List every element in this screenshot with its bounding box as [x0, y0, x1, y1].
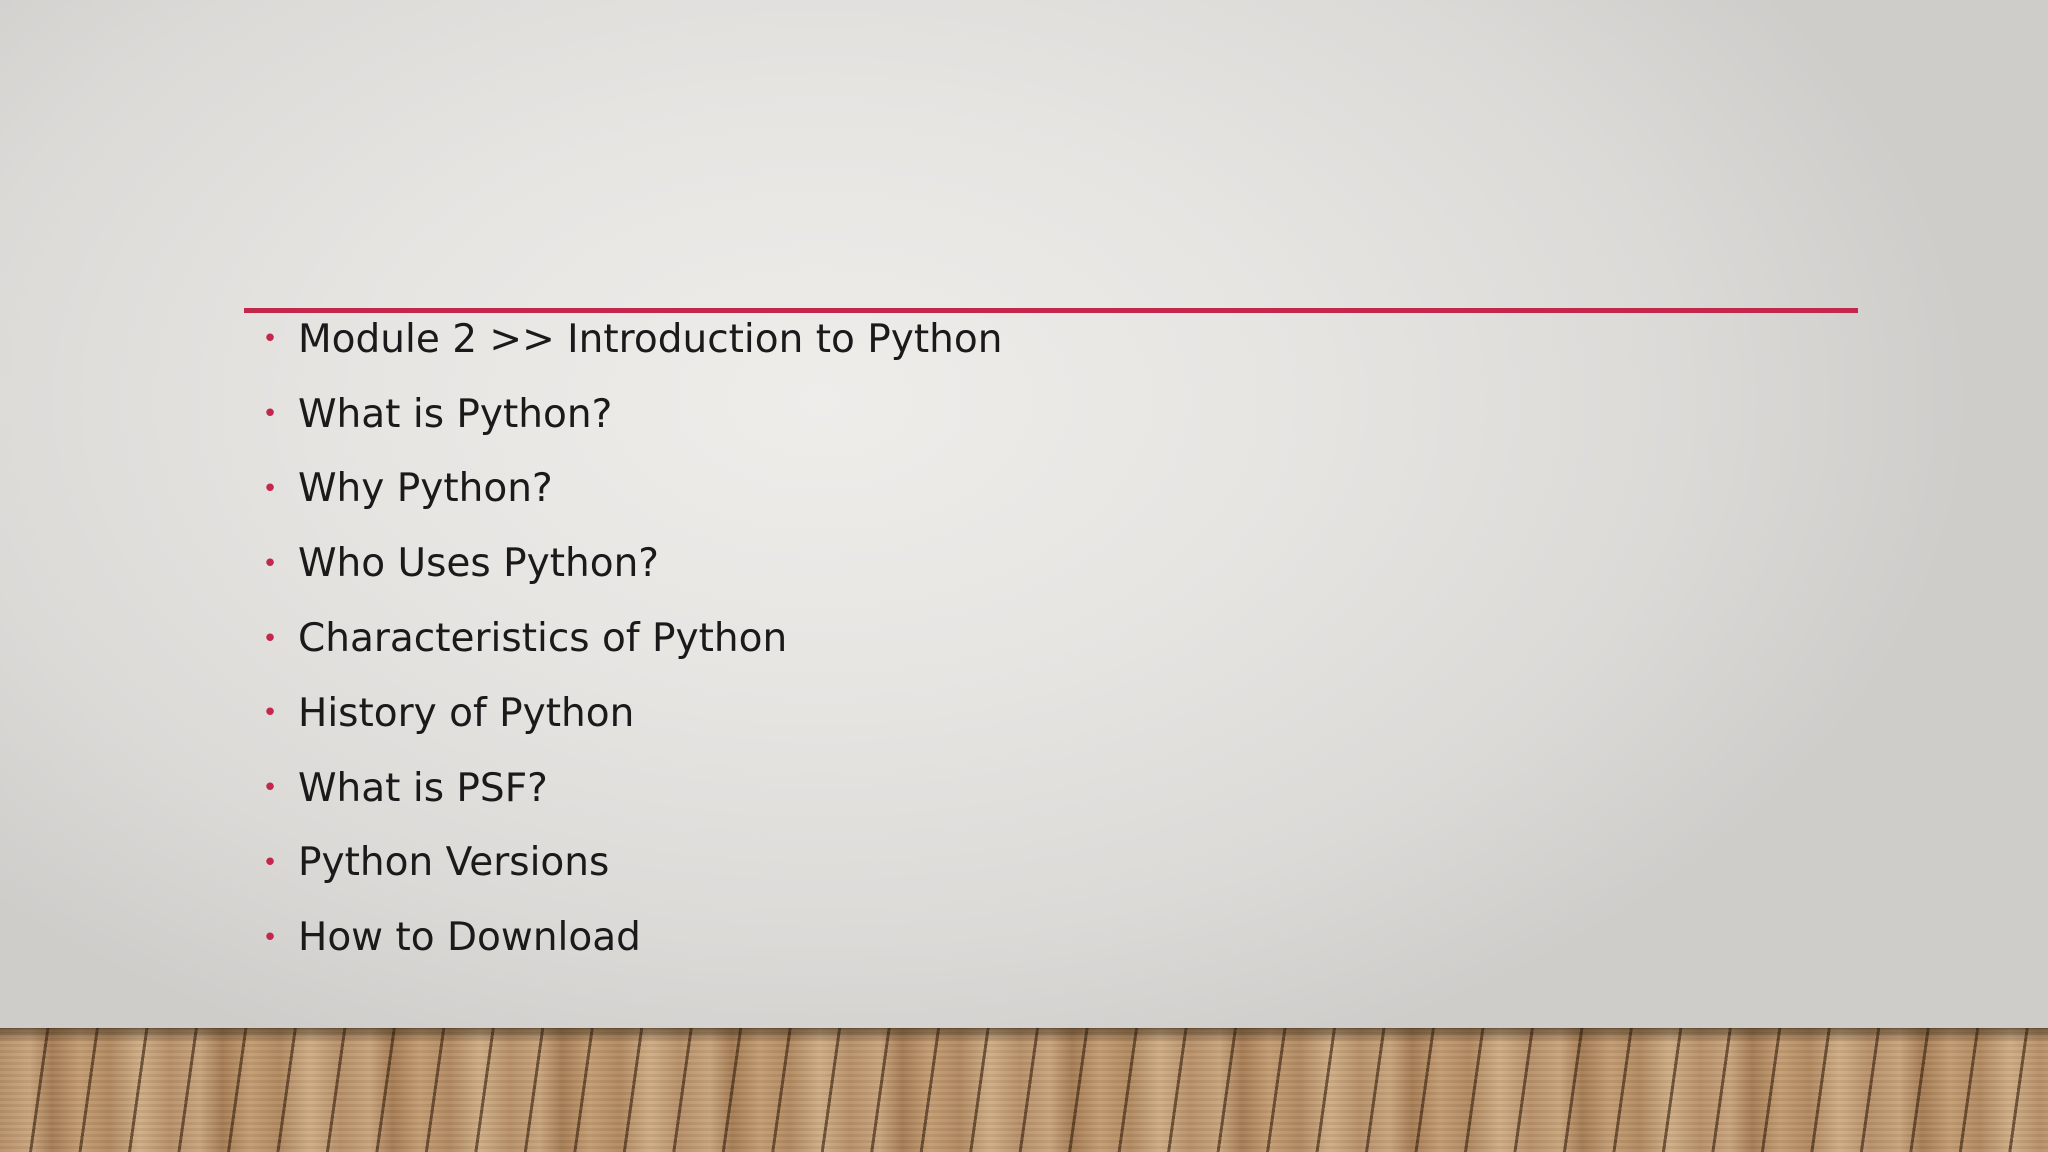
list-item: • Characteristics of Python — [258, 601, 1002, 676]
list-item: • How to Download — [258, 900, 1002, 975]
bullet-icon: • — [262, 773, 278, 804]
list-item-text: Module 2 >> Introduction to Python — [298, 316, 1003, 362]
list-item-text: Who Uses Python? — [298, 541, 659, 587]
list-item-text: What is Python? — [298, 391, 613, 437]
list-item: • Why Python? — [258, 452, 1002, 527]
list-item: • What is Python? — [258, 377, 1002, 452]
bullet-icon: • — [262, 623, 278, 654]
list-item-text: How to Download — [298, 915, 641, 961]
list-item-text: History of Python — [298, 690, 635, 736]
list-item: • Module 2 >> Introduction to Python — [258, 302, 1002, 377]
list-item-text: Python Versions — [298, 840, 610, 886]
list-item: • History of Python — [258, 676, 1002, 751]
list-item: • Python Versions — [258, 826, 1002, 901]
list-item-text: Characteristics of Python — [298, 616, 788, 662]
bullet-icon: • — [262, 548, 278, 579]
bullet-icon: • — [262, 922, 278, 953]
wood-floor-background — [0, 1028, 2048, 1152]
bullet-icon: • — [262, 847, 278, 878]
bullet-list: • Module 2 >> Introduction to Python • W… — [258, 302, 1002, 975]
list-item: • What is PSF? — [258, 751, 1002, 826]
presentation-slide: • Module 2 >> Introduction to Python • W… — [0, 0, 2048, 1152]
bullet-icon: • — [262, 324, 278, 355]
bullet-icon: • — [262, 698, 278, 729]
list-item-text: What is PSF? — [298, 765, 548, 811]
list-item-text: Why Python? — [298, 466, 553, 512]
list-item: • Who Uses Python? — [258, 526, 1002, 601]
bullet-icon: • — [262, 399, 278, 430]
bullet-icon: • — [262, 473, 278, 504]
